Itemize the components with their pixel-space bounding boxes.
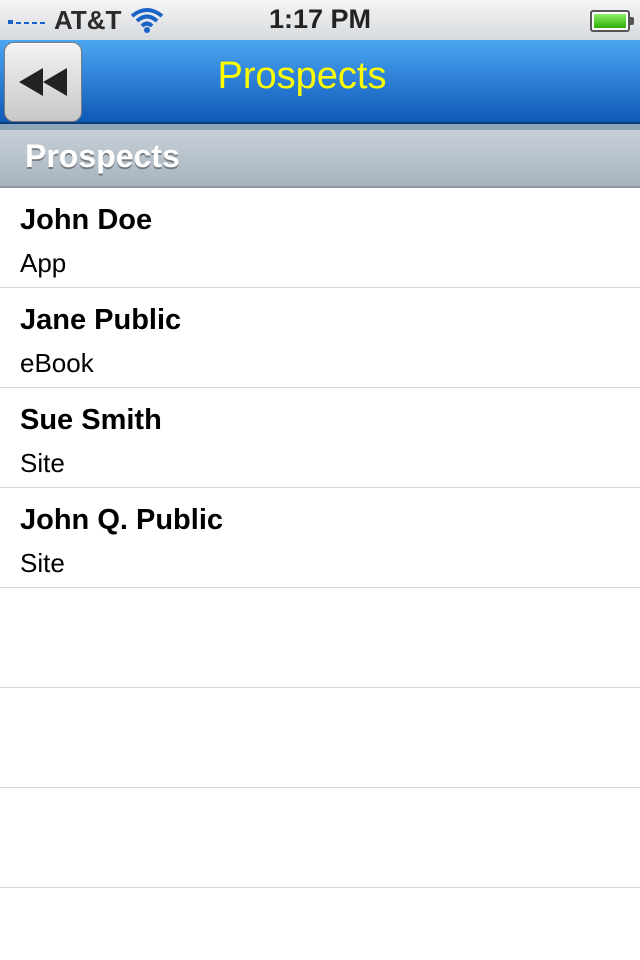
battery-icon (590, 10, 634, 32)
prospect-name: Sue Smith (20, 404, 162, 436)
list-item[interactable]: Sue Smith Site (0, 388, 640, 488)
prospect-name: Jane Public (20, 304, 182, 336)
nav-title: Prospects (217, 55, 387, 97)
list-item[interactable]: John Doe App (0, 188, 640, 288)
status-time: 1:17 PM (268, 4, 372, 34)
prospect-source: Site (20, 548, 65, 578)
section-header: Prospects (0, 130, 640, 188)
prospect-name: John Doe (20, 204, 153, 236)
empty-row (0, 588, 640, 688)
prospects-list: John Doe App Jane Public eBook Sue Smith… (0, 188, 640, 888)
list-item[interactable]: John Q. Public Site (0, 488, 640, 588)
navigation-bar: Prospects (0, 40, 640, 124)
prospect-source: Site (20, 448, 65, 478)
empty-row (0, 788, 640, 888)
prospect-name: John Q. Public (20, 504, 224, 536)
status-bar: AT&T 1:17 PM (0, 0, 640, 41)
empty-row (0, 688, 640, 788)
list-item[interactable]: Jane Public eBook (0, 288, 640, 388)
section-title: Prospects (25, 138, 180, 174)
prospect-source: App (20, 248, 67, 278)
prospect-source: eBook (20, 348, 94, 378)
